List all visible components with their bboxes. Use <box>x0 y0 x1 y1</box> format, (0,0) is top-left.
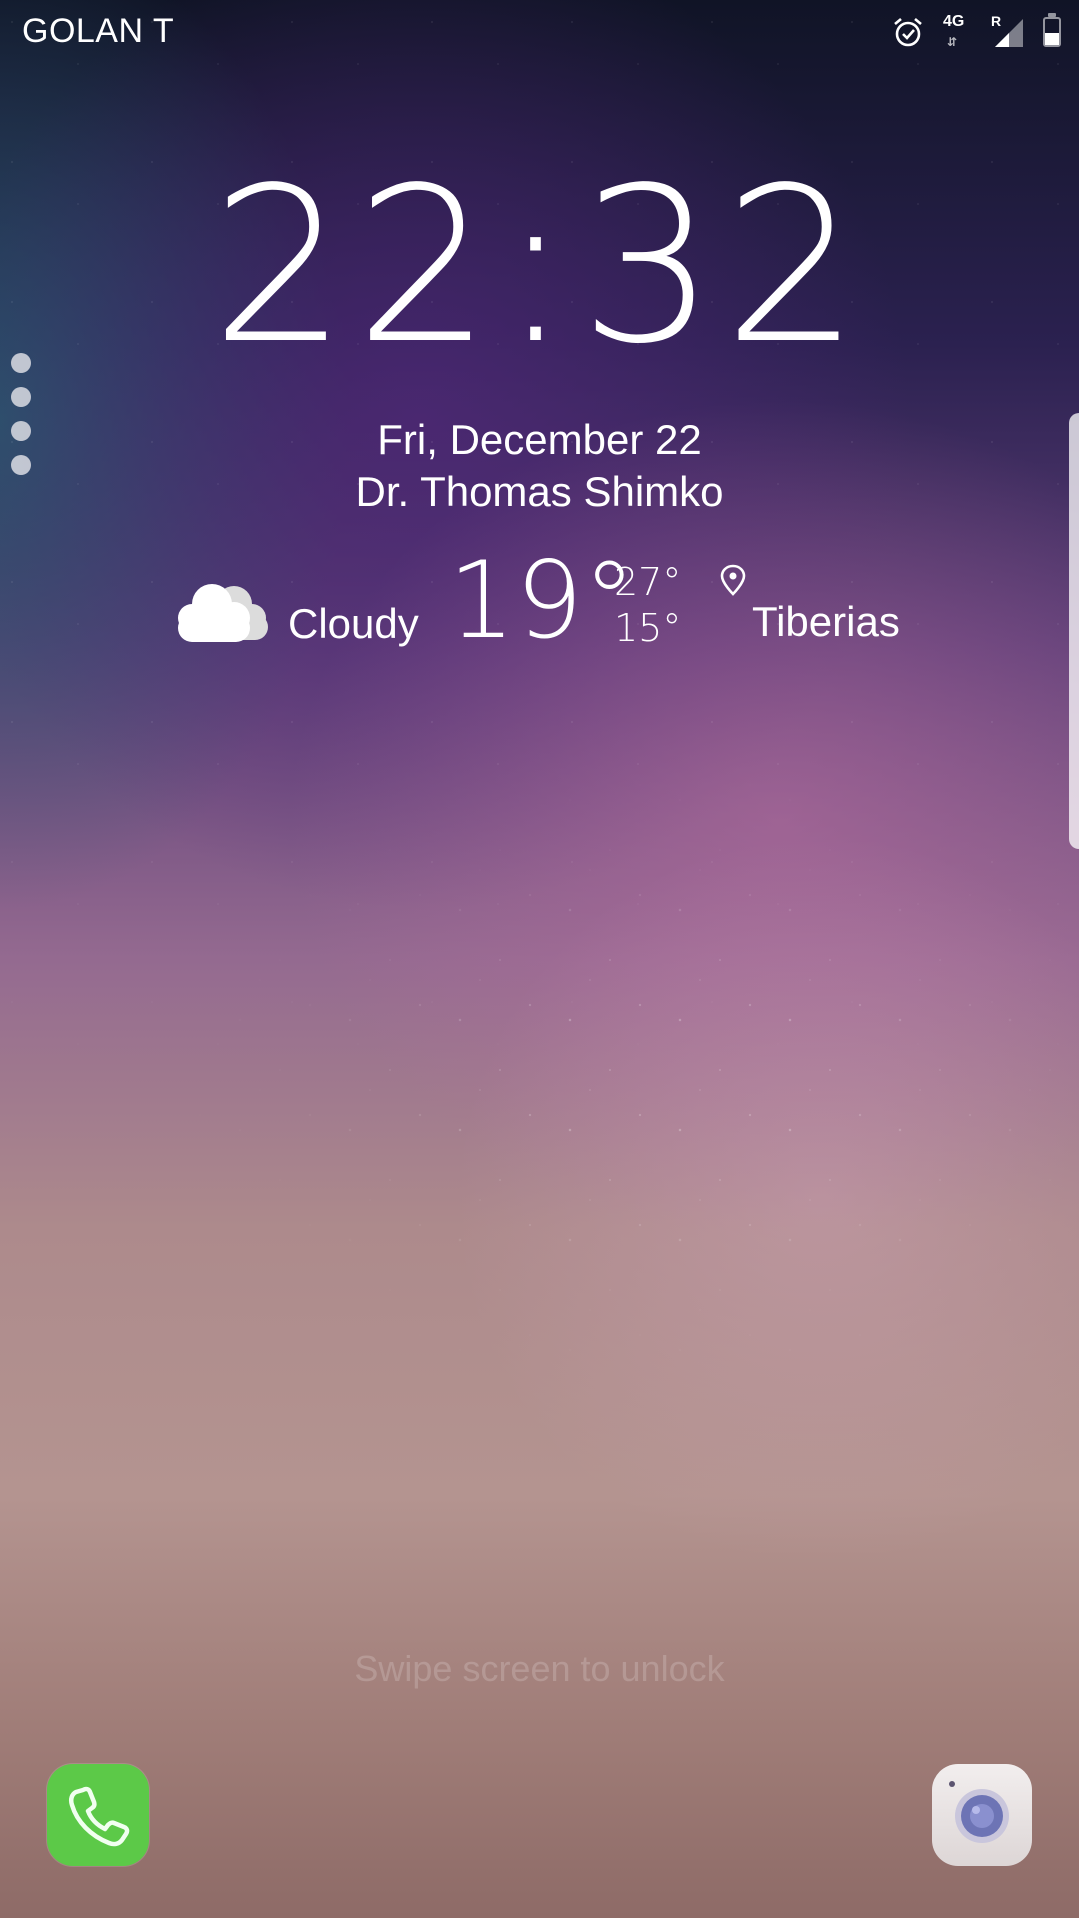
location-pin-icon <box>720 564 746 596</box>
status-icons: 4G ⇵ R <box>891 13 1061 50</box>
phone-icon <box>68 1786 130 1847</box>
lock-date: Fri, December 22 <box>377 416 702 463</box>
weather-low: 15° <box>614 606 682 650</box>
carrier-label: GOLAN T <box>22 12 175 50</box>
data-arrows-icon: ⇵ <box>947 35 958 49</box>
weather-high: 27° <box>614 560 682 604</box>
phone-shortcut-button[interactable] <box>47 1764 149 1866</box>
network-4g-icon: 4G ⇵ <box>943 14 973 50</box>
signal-icon: R <box>991 13 1025 49</box>
dot <box>11 387 31 407</box>
battery-icon <box>1043 13 1061 47</box>
alarm-icon <box>891 15 925 49</box>
owner-info: Dr. Thomas Shimko <box>355 468 724 515</box>
weather-condition: Cloudy <box>288 600 419 647</box>
lock-screen[interactable]: GOLAN T 4G ⇵ R 22:32 Fri, December 22 Dr… <box>0 0 1079 1918</box>
lock-clock: 22:32 <box>211 142 868 391</box>
camera-shortcut-button[interactable] <box>932 1764 1032 1866</box>
cloud-icon <box>168 578 276 644</box>
network-type-label: 4G <box>943 13 965 30</box>
weather-temperature: 19° <box>448 539 636 662</box>
battery-fill <box>1045 33 1059 45</box>
swipe-hint: Swipe screen to unlock <box>354 1648 725 1689</box>
camera-icon <box>949 1781 1009 1843</box>
weather-location: Tiberias <box>752 598 900 645</box>
status-bar: GOLAN T 4G ⇵ R <box>0 0 1079 66</box>
